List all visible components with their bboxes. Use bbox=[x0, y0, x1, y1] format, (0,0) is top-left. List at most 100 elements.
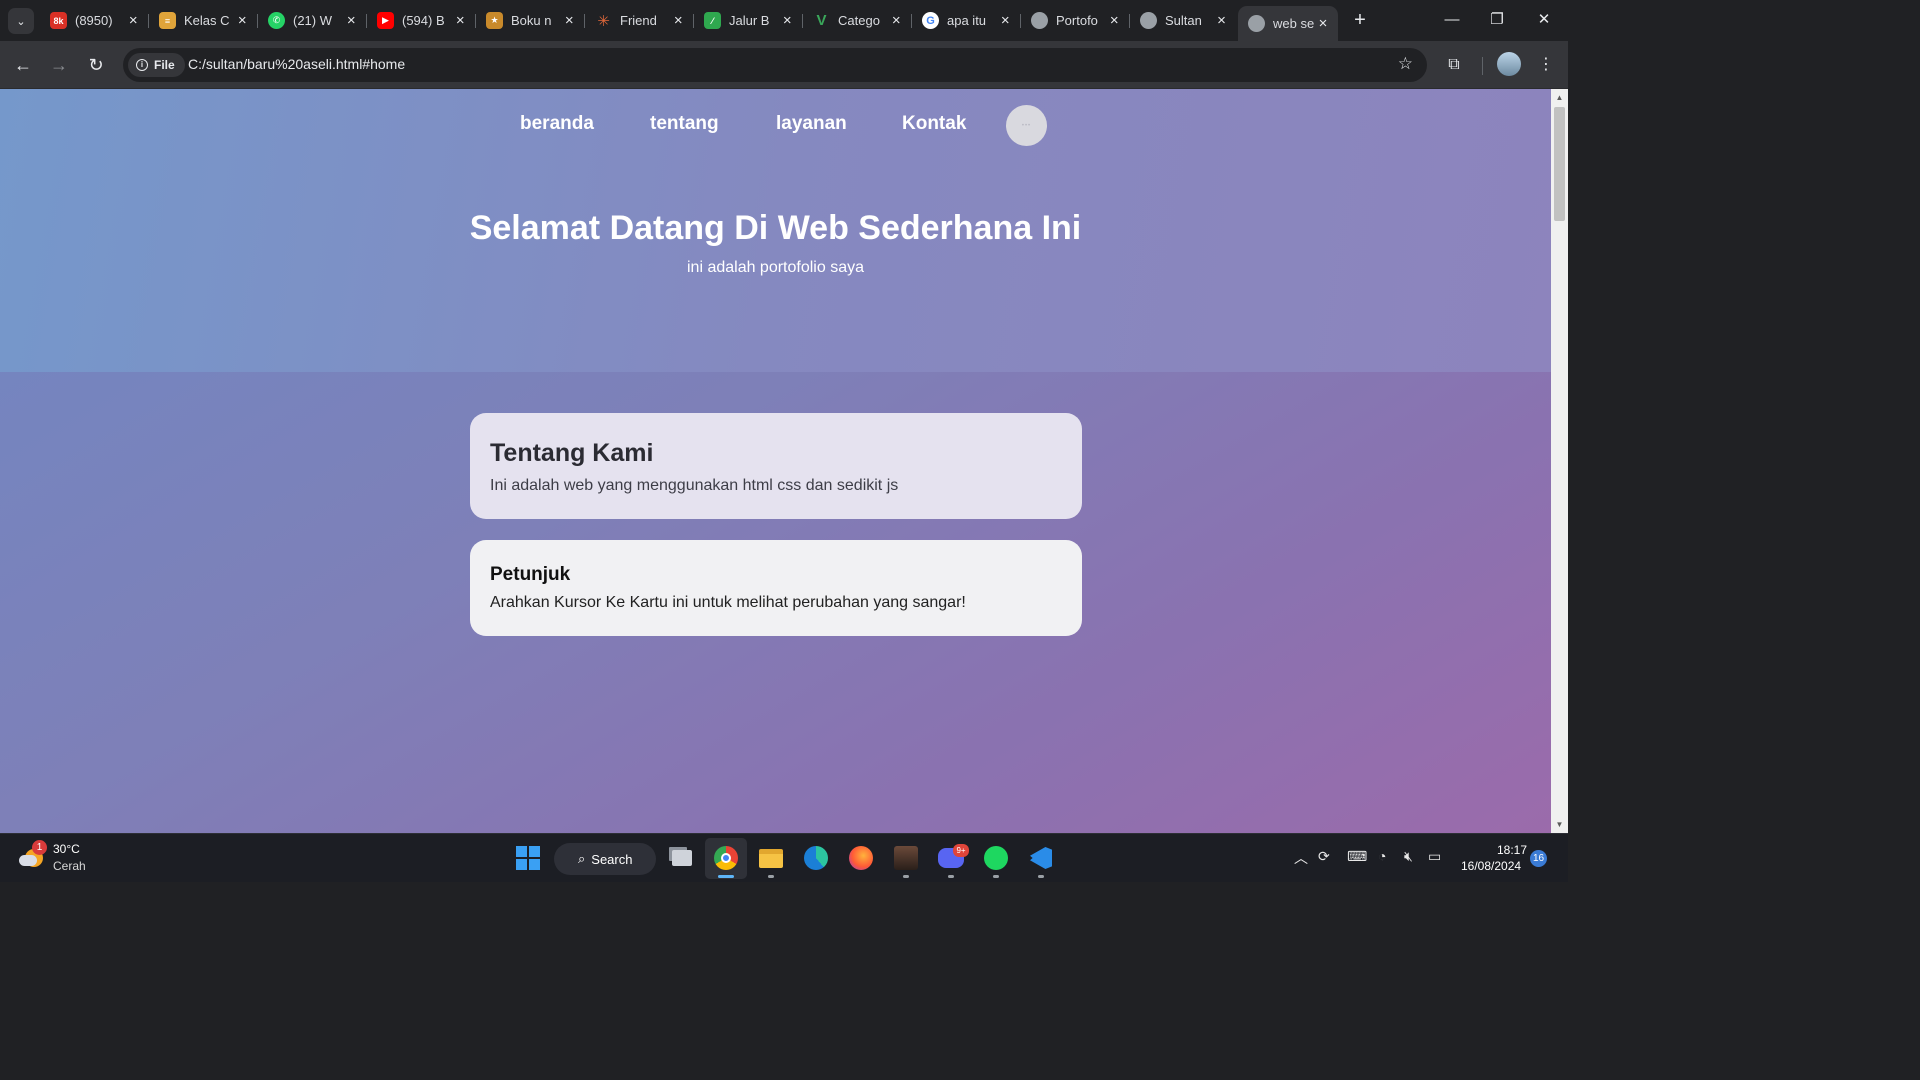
wifi-icon[interactable]: ◔ bbox=[1378, 848, 1386, 864]
url-text[interactable]: C:/sultan/baru%20aseli.html#home bbox=[188, 56, 405, 72]
card-tentang-kami[interactable]: Tentang Kami Ini adalah web yang menggun… bbox=[470, 413, 1082, 519]
tab[interactable]: ✳ Friend × bbox=[585, 6, 694, 35]
spark-icon: ✳ bbox=[597, 12, 610, 30]
task-view-icon[interactable] bbox=[666, 842, 698, 874]
close-icon[interactable]: × bbox=[1215, 12, 1228, 29]
close-icon[interactable]: × bbox=[781, 12, 794, 29]
keyboard-icon[interactable]: ⌨ bbox=[1347, 848, 1367, 865]
menu-kebab-icon[interactable]: ⋮ bbox=[1534, 53, 1558, 77]
page-scrollbar[interactable]: ▲ ▼ bbox=[1551, 89, 1568, 833]
close-icon[interactable]: × bbox=[345, 12, 358, 29]
tab[interactable]: ✆ (21) W × bbox=[258, 6, 367, 35]
dots-icon: ••• bbox=[1021, 122, 1032, 129]
discord-icon[interactable]: 9+ bbox=[935, 842, 969, 878]
scroll-down-arrow-icon[interactable]: ▼ bbox=[1551, 816, 1568, 833]
weather-condition-text[interactable]: Cerah bbox=[53, 859, 86, 873]
close-icon[interactable]: × bbox=[127, 12, 140, 29]
file-explorer-icon[interactable] bbox=[755, 842, 787, 878]
discord-badge: 9+ bbox=[953, 844, 969, 857]
close-icon[interactable]: × bbox=[454, 12, 467, 29]
hero-title: Selamat Datang Di Web Sederhana Ini bbox=[469, 209, 1082, 247]
tab[interactable]: V Catego × bbox=[803, 6, 912, 35]
tab-title: Jalur B bbox=[729, 13, 770, 28]
close-icon[interactable]: × bbox=[1316, 15, 1330, 32]
hero-section: beranda tentang layanan Kontak ••• Selam… bbox=[0, 89, 1551, 372]
tab-title: Catego bbox=[838, 13, 880, 28]
nav-link-beranda[interactable]: beranda bbox=[520, 113, 594, 135]
extensions-puzzle-icon[interactable]: ⧉ bbox=[1442, 53, 1466, 77]
volume-muted-icon[interactable]: 🔇︎ bbox=[1404, 848, 1413, 865]
forward-arrow-icon[interactable]: → bbox=[45, 51, 73, 79]
tab[interactable]: G apa itu × bbox=[912, 6, 1021, 35]
tab-title: Kelas C bbox=[184, 13, 230, 28]
v-icon: V bbox=[816, 12, 827, 29]
nav-link-kontak[interactable]: Kontak bbox=[902, 113, 966, 135]
close-icon[interactable]: × bbox=[890, 12, 903, 29]
taskbar: 1 30°C Cerah ⌕ Search 9+ ︿ ⟳ ⌨ ◔ 🔇︎ ▭ 18… bbox=[0, 833, 1568, 882]
tab-active[interactable]: web se × bbox=[1238, 6, 1338, 41]
book-stack-icon: ≡ bbox=[159, 12, 176, 29]
info-icon: i bbox=[136, 59, 148, 71]
sheet-icon: ⁄ bbox=[704, 12, 721, 29]
tab[interactable]: 8k (8950) × bbox=[40, 6, 149, 35]
tab-title: (8950) bbox=[75, 13, 113, 28]
chevron-up-icon[interactable]: ︿ bbox=[1294, 848, 1308, 868]
page-viewport: beranda tentang layanan Kontak ••• Selam… bbox=[0, 89, 1551, 833]
battery-icon[interactable]: ▭ bbox=[1428, 848, 1441, 865]
google-icon: G bbox=[922, 12, 939, 29]
tab-title: web se bbox=[1273, 16, 1315, 31]
address-bar[interactable]: i File C:/sultan/baru%20aseli.html#home … bbox=[123, 48, 1427, 82]
notification-count-badge[interactable]: 16 bbox=[1530, 850, 1547, 867]
whatsapp-icon: ✆ bbox=[268, 12, 285, 29]
tab[interactable]: Sultan × bbox=[1130, 6, 1236, 35]
card-petunjuk[interactable]: Petunjuk Arahkan Kursor Ke Kartu ini unt… bbox=[470, 540, 1082, 636]
close-icon[interactable]: × bbox=[563, 12, 576, 29]
tab[interactable]: Portofo × bbox=[1021, 6, 1130, 35]
firefox-icon[interactable] bbox=[845, 842, 877, 874]
close-icon[interactable]: × bbox=[1108, 12, 1121, 29]
manga-icon: ★ bbox=[486, 12, 503, 29]
taskbar-search-button[interactable]: ⌕ Search bbox=[554, 843, 656, 875]
card-title: Petunjuk bbox=[490, 564, 571, 585]
close-icon[interactable]: × bbox=[672, 12, 685, 29]
back-arrow-icon[interactable]: ← bbox=[9, 51, 37, 79]
scroll-up-arrow-icon[interactable]: ▲ bbox=[1551, 89, 1568, 106]
window-close-icon[interactable]: ✕ bbox=[1524, 7, 1564, 33]
sync-icon[interactable]: ⟳ bbox=[1318, 848, 1330, 865]
tab-title: Boku n bbox=[511, 13, 552, 28]
profile-avatar[interactable] bbox=[1497, 52, 1521, 76]
close-icon[interactable]: × bbox=[236, 12, 249, 29]
tab-title: apa itu bbox=[947, 13, 987, 28]
temperature-text[interactable]: 30°C bbox=[53, 842, 80, 856]
clock-time[interactable]: 18:17 bbox=[1497, 843, 1527, 857]
tab-strip: ⌄ 8k (8950) × ≡ Kelas C × ✆ (21) W × ▶ (… bbox=[0, 0, 1568, 41]
reload-icon[interactable]: ↻ bbox=[82, 51, 110, 79]
card-title: Tentang Kami bbox=[490, 439, 654, 467]
nav-link-tentang[interactable]: tentang bbox=[650, 113, 719, 135]
game-app-icon[interactable] bbox=[890, 842, 922, 878]
tab[interactable]: ≡ Kelas C × bbox=[149, 6, 258, 35]
theme-toggle-button[interactable]: ••• bbox=[1006, 105, 1047, 146]
tab[interactable]: ⁄ Jalur B × bbox=[694, 6, 803, 35]
tab[interactable]: ▶ (594) B × bbox=[367, 6, 476, 35]
site-info-chip[interactable]: i File bbox=[128, 53, 185, 77]
spotify-icon[interactable] bbox=[980, 842, 1012, 878]
scroll-thumb[interactable] bbox=[1554, 107, 1565, 221]
new-tab-button[interactable]: + bbox=[1349, 8, 1371, 32]
vscode-icon[interactable] bbox=[1025, 842, 1057, 878]
tab[interactable]: ★ Boku n × bbox=[476, 6, 585, 35]
minimize-icon[interactable]: — bbox=[1432, 7, 1472, 33]
tab-title: (594) B bbox=[402, 13, 445, 28]
tab-search-chevron-icon[interactable]: ⌄ bbox=[8, 8, 34, 34]
windows-start-icon[interactable] bbox=[512, 842, 544, 874]
weather-badge: 1 bbox=[32, 840, 47, 855]
edge-icon[interactable] bbox=[800, 842, 832, 874]
close-icon[interactable]: × bbox=[999, 12, 1012, 29]
site-nav: beranda tentang layanan Kontak ••• bbox=[0, 105, 1551, 146]
chrome-icon[interactable] bbox=[710, 842, 742, 878]
nav-link-layanan[interactable]: layanan bbox=[776, 113, 847, 135]
clock-date[interactable]: 16/08/2024 bbox=[1461, 859, 1521, 873]
mail-icon: 8k bbox=[50, 12, 67, 29]
restore-icon[interactable]: ❐ bbox=[1477, 7, 1517, 33]
bookmark-star-icon[interactable]: ☆ bbox=[1398, 54, 1413, 74]
